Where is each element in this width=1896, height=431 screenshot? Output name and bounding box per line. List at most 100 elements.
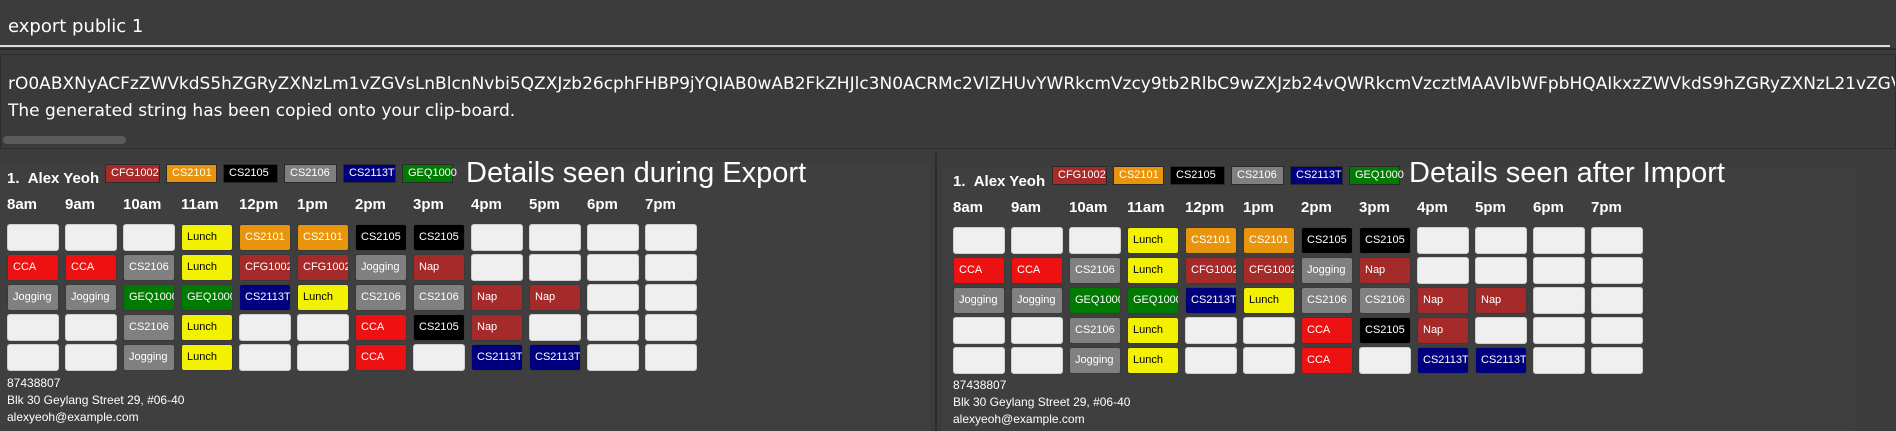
timeslot-jogging: Jogging: [953, 287, 1005, 314]
timeslot-cca: CCA: [7, 254, 59, 281]
timeslot-cfg1002: CFG1002: [239, 254, 291, 281]
timeslot-empty: [65, 314, 117, 341]
timeslot-empty: [1069, 227, 1121, 254]
time-label-11am: 11am: [1127, 199, 1165, 216]
timeslot-cca: CCA: [953, 257, 1005, 284]
timeslot-nap: Nap: [471, 284, 523, 311]
timeslot-cfg1002: CFG1002: [1243, 257, 1295, 284]
timeslot-cs2113t: CS2113T: [1475, 347, 1527, 374]
time-label-4pm: 4pm: [471, 196, 502, 213]
timeslot-cs2101: CS2101: [1243, 227, 1295, 254]
result-display[interactable]: rO0ABXNyACFzZWVkdS5hZGRyZXNzLm1vZGVsLnBl…: [0, 54, 1896, 149]
timeslot-empty: [645, 254, 697, 281]
timeslot-cs2101: CS2101: [239, 224, 291, 251]
timeslot-empty: [1417, 227, 1469, 254]
timeslot-empty: [587, 254, 639, 281]
timeslot-cs2105: CS2105: [1301, 227, 1353, 254]
timeslot-lunch: Lunch: [1127, 257, 1179, 284]
timeslot-jogging: Jogging: [7, 284, 59, 311]
timeslot-empty: [1011, 347, 1063, 374]
person-email: alexyeoh@example.com: [7, 410, 139, 424]
timeslot-empty: [1475, 317, 1527, 344]
timeslot-empty: [1591, 347, 1643, 374]
result-text: rO0ABXNyACFzZWVkdS5hZGRyZXNzLm1vZGVsLnBl…: [8, 71, 1895, 125]
timeslot-empty: [645, 284, 697, 311]
timeslot-cs2113t: CS2113T: [239, 284, 291, 311]
timeslot-empty: [587, 224, 639, 251]
result-line-message: The generated string has been copied ont…: [8, 101, 516, 121]
time-label-12pm: 12pm: [239, 196, 279, 213]
tag-cs2105: CS2105: [223, 164, 278, 183]
panel-divider: [935, 152, 937, 431]
timeslot-cca: CCA: [355, 314, 407, 341]
person-card-import[interactable]: 1. Alex Yeoh CFG1002 CS2101 CS2105 CS2106 CS…: [942, 157, 1855, 431]
timeslot-empty: [123, 224, 175, 251]
timeslot-empty: [1475, 257, 1527, 284]
person-email: alexyeoh@example.com: [953, 412, 1085, 426]
timeslot-empty: [413, 344, 465, 371]
time-label-2pm: 2pm: [1301, 199, 1332, 216]
timeslot-empty: [1475, 227, 1527, 254]
timeslot-cca: CCA: [1011, 257, 1063, 284]
timeslot-cs2105: CS2105: [355, 224, 407, 251]
person-name-row: 1. Alex Yeoh: [953, 173, 1045, 190]
person-address: Blk 30 Geylang Street 29, #06-40: [953, 395, 1131, 409]
timeslot-cs2105: CS2105: [413, 224, 465, 251]
timeslot-empty: [1011, 227, 1063, 254]
tag-cs2106: CS2106: [1231, 166, 1284, 185]
timeslot-empty: [1533, 287, 1585, 314]
timeslot-empty: [1591, 287, 1643, 314]
timeslot-jogging: Jogging: [355, 254, 407, 281]
timeslot-cs2106: CS2106: [1301, 287, 1353, 314]
timeslot-jogging: Jogging: [1069, 347, 1121, 374]
timeslot-geq1000: GEQ1000: [181, 284, 233, 311]
timeslot-empty: [1243, 317, 1295, 344]
timeslot-empty: [1591, 257, 1643, 284]
timeslot-empty: [1011, 317, 1063, 344]
timeslot-empty: [953, 227, 1005, 254]
person-phone: 87438807: [953, 378, 1007, 392]
timeslot-empty: [1591, 317, 1643, 344]
tag-geq1000: GEQ1000: [1349, 166, 1404, 185]
timeslot-empty: [7, 314, 59, 341]
result-line-encoded: rO0ABXNyACFzZWVkdS5hZGRyZXNzLm1vZGVsLnBl…: [8, 74, 1895, 94]
time-label-6pm: 6pm: [1533, 199, 1564, 216]
timeslot-empty: [471, 254, 523, 281]
timeslot-lunch: Lunch: [1127, 227, 1179, 254]
tag-cs2113t: CS2113T: [1290, 166, 1343, 185]
tag-cs2101: CS2101: [166, 164, 217, 183]
command-input[interactable]: export public 1: [8, 16, 143, 37]
time-label-1pm: 1pm: [1243, 199, 1274, 216]
tag-cs2105: CS2105: [1170, 166, 1225, 185]
timeslot-cs2106: CS2106: [1359, 287, 1411, 314]
time-label-6pm: 6pm: [587, 196, 618, 213]
time-label-3pm: 3pm: [413, 196, 444, 213]
timeslot-lunch: Lunch: [297, 284, 349, 311]
time-label-7pm: 7pm: [645, 196, 676, 213]
person-phone: 87438807: [7, 376, 61, 390]
timeslot-jogging: Jogging: [1301, 257, 1353, 284]
time-label-2pm: 2pm: [355, 196, 386, 213]
person-card-export[interactable]: 1. Alex Yeoh CFG1002 CS2101 CS2105 CS2106 CS…: [0, 157, 930, 431]
timeslot-empty: [65, 344, 117, 371]
tag-cfg1002: CFG1002: [105, 164, 160, 183]
timeslot-empty: [529, 254, 581, 281]
timeslot-empty: [1185, 317, 1237, 344]
timeslot-empty: [1533, 317, 1585, 344]
tag-cs2113t: CS2113T: [343, 164, 396, 183]
timeslot-cca: CCA: [65, 254, 117, 281]
result-horizontal-scrollbar[interactable]: [3, 136, 126, 144]
timeslot-lunch: Lunch: [181, 254, 233, 281]
timeslot-empty: [471, 224, 523, 251]
time-label-10am: 10am: [123, 196, 162, 213]
timeslot-empty: [587, 314, 639, 341]
timeslot-empty: [1533, 227, 1585, 254]
timeslot-cs2106: CS2106: [1069, 317, 1121, 344]
time-label-5pm: 5pm: [1475, 199, 1506, 216]
timeslot-cs2106: CS2106: [123, 254, 175, 281]
timeslot-cca: CCA: [1301, 347, 1353, 374]
timeslot-empty: [297, 314, 349, 341]
timeslot-nap: Nap: [413, 254, 465, 281]
tag-cs2101: CS2101: [1113, 166, 1164, 185]
time-label-12pm: 12pm: [1185, 199, 1225, 216]
